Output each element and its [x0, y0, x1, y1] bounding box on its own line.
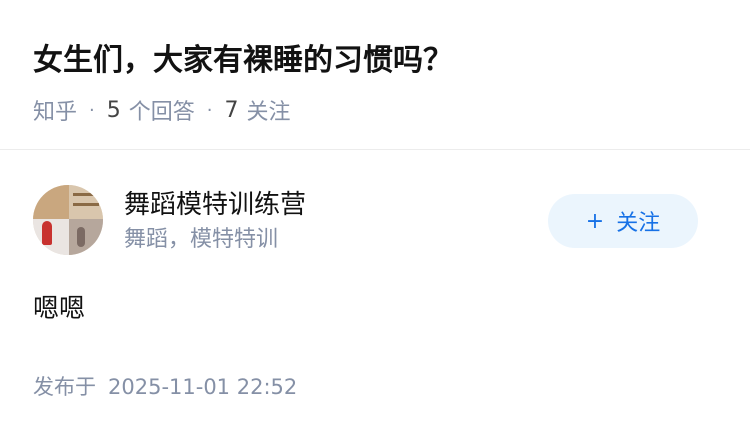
follower-count: 7 [224, 97, 239, 123]
follow-button[interactable]: + 关注 [548, 194, 698, 248]
author-name[interactable]: 舞蹈模特训练营 [124, 187, 306, 223]
published-label: 发布于 [33, 375, 96, 399]
avatar-figure [77, 227, 85, 247]
avatar-detail [73, 203, 99, 206]
answer-count-label[interactable]: 个回答 [129, 94, 195, 126]
avatar-photo-tile [33, 185, 69, 219]
avatar-photo-tile [69, 219, 103, 255]
avatar-figure [42, 221, 52, 245]
question-meta: 知乎 · 5 个回答 · 7 关注 [33, 92, 291, 128]
meta-separator: · [89, 99, 95, 121]
meta-separator: · [206, 99, 213, 121]
follower-count-label: 关注 [246, 100, 291, 125]
answer-content[interactable]: 嗯嗯 [33, 289, 85, 329]
source-label: 知乎 [33, 100, 78, 125]
avatar-photo-tile [69, 185, 103, 219]
plus-icon: + [585, 208, 605, 234]
question-title[interactable]: 女生们，大家有裸睡的习惯吗？ [33, 33, 453, 89]
answer-published-time: 发布于 2025-11-01 22:52 [33, 370, 297, 404]
published-timestamp: 2025-11-01 22:52 [108, 375, 298, 399]
avatar[interactable] [33, 185, 103, 255]
author-headline: 舞蹈，模特特训 [124, 227, 279, 252]
avatar-detail [73, 193, 99, 196]
answer-count: 5 [106, 97, 121, 123]
follow-button-label: 关注 [616, 211, 661, 236]
question-header: 女生们，大家有裸睡的习惯吗？ 知乎 · 5 个回答 · 7 关注 [0, 0, 750, 150]
answer-author: 舞蹈模特训练营 舞蹈，模特特训 + 关注 [33, 185, 723, 259]
